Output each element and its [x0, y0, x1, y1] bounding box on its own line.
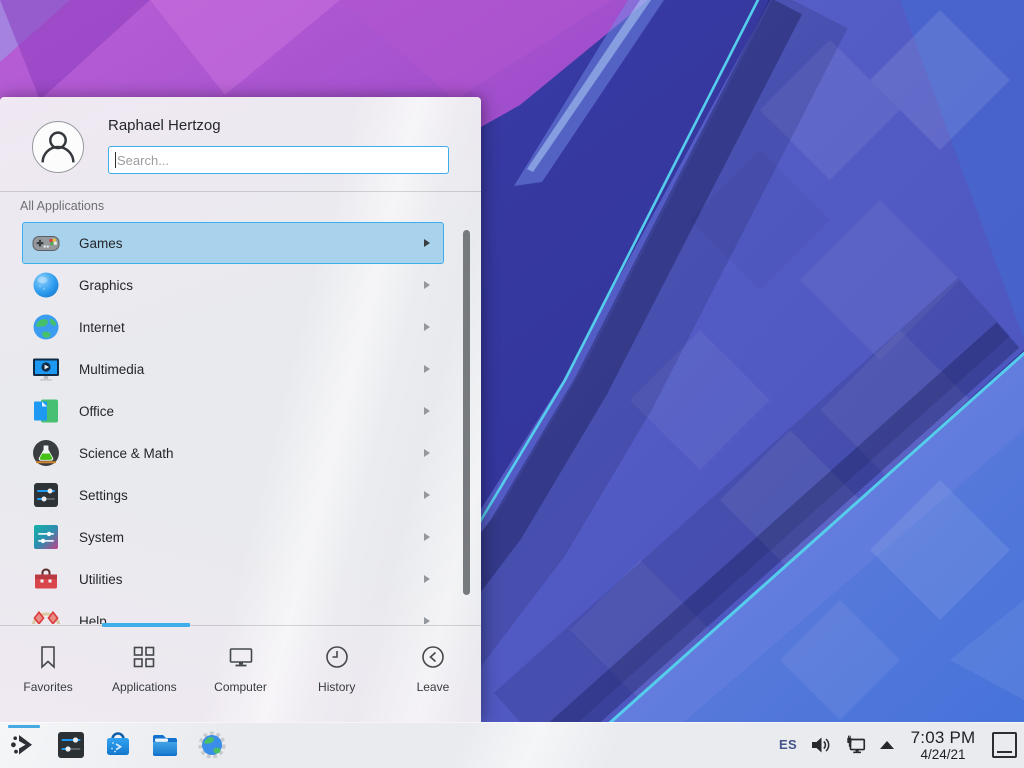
- monitor-icon: [227, 643, 255, 671]
- search-field[interactable]: [108, 146, 449, 174]
- system-tray: ES 7:03 PM 4/24/21: [779, 728, 1024, 762]
- tab-label: Favorites: [23, 680, 72, 694]
- leave-back-icon: [419, 643, 447, 671]
- launcher-active-indicator: [8, 725, 40, 728]
- tab-label: Computer: [214, 680, 267, 694]
- category-item-help[interactable]: Help: [22, 600, 444, 624]
- grid-icon: [130, 643, 158, 671]
- submenu-arrow-icon: [424, 323, 430, 331]
- category-label: Settings: [79, 488, 128, 503]
- web-browser-launcher[interactable]: [196, 729, 228, 761]
- bookmark-icon: [34, 643, 62, 671]
- network-icon[interactable]: [845, 734, 867, 756]
- category-label: Games: [79, 236, 123, 251]
- menu-tab-bar: Favorites Applications Computer: [0, 628, 481, 722]
- tab-history[interactable]: History: [289, 628, 385, 722]
- file-manager-launcher[interactable]: [149, 729, 181, 761]
- utilities-icon: [30, 563, 62, 595]
- taskbar-launchers: [0, 729, 228, 761]
- tab-label: History: [318, 680, 355, 694]
- footer-divider: [0, 625, 481, 626]
- submenu-arrow-icon: [424, 491, 430, 499]
- show-desktop-button[interactable]: [992, 732, 1017, 758]
- tab-leave[interactable]: Leave: [385, 628, 481, 722]
- tab-label: Leave: [417, 680, 450, 694]
- category-item-system[interactable]: System: [22, 516, 444, 558]
- category-label: Utilities: [79, 572, 123, 587]
- search-input[interactable]: [109, 147, 448, 173]
- tab-computer[interactable]: Computer: [192, 628, 288, 722]
- menu-header: Raphael Hertzog: [0, 97, 481, 192]
- category-item-settings[interactable]: Settings: [22, 474, 444, 516]
- help-icon: [30, 605, 62, 624]
- user-avatar[interactable]: [32, 121, 84, 173]
- submenu-arrow-icon: [424, 575, 430, 583]
- category-label: Science & Math: [79, 446, 174, 461]
- user-name: Raphael Hertzog: [108, 117, 221, 134]
- clock-date: 4/24/21: [907, 747, 979, 762]
- submenu-arrow-icon: [424, 239, 430, 247]
- expand-tray-arrow[interactable]: [880, 741, 894, 749]
- keyboard-layout-indicator[interactable]: ES: [779, 737, 797, 752]
- category-item-utilities[interactable]: Utilities: [22, 558, 444, 600]
- submenu-arrow-icon: [424, 533, 430, 541]
- category-item-office[interactable]: Office: [22, 390, 444, 432]
- digital-clock[interactable]: 7:03 PM 4/24/21: [907, 728, 979, 762]
- office-icon: [30, 395, 62, 427]
- category-item-internet[interactable]: Internet: [22, 306, 444, 348]
- graphics-icon: [30, 269, 62, 301]
- text-cursor: [115, 152, 116, 168]
- games-icon: [30, 227, 62, 259]
- category-label: Internet: [79, 320, 125, 335]
- category-item-graphics[interactable]: Graphics: [22, 264, 444, 306]
- category-label: Multimedia: [79, 362, 144, 377]
- taskbar-panel: ES 7:03 PM 4/24/21: [0, 722, 1024, 768]
- submenu-arrow-icon: [424, 407, 430, 415]
- tab-applications[interactable]: Applications: [96, 628, 192, 722]
- clock-icon: [323, 643, 351, 671]
- list-scrollbar[interactable]: [463, 230, 470, 595]
- category-label: Office: [79, 404, 114, 419]
- section-label: All Applications: [20, 199, 104, 213]
- tab-favorites[interactable]: Favorites: [0, 628, 96, 722]
- science-icon: [30, 437, 62, 469]
- category-item-games[interactable]: Games: [22, 222, 444, 264]
- application-category-list: Games Graphics: [22, 222, 444, 624]
- multimedia-icon: [30, 353, 62, 385]
- category-item-science-math[interactable]: Science & Math: [22, 432, 444, 474]
- clock-time: 7:03 PM: [907, 728, 979, 747]
- internet-icon: [30, 311, 62, 343]
- active-tab-indicator: [102, 623, 190, 627]
- application-launcher-button[interactable]: [8, 729, 40, 761]
- system-settings-launcher[interactable]: [55, 729, 87, 761]
- category-label: System: [79, 530, 124, 545]
- category-item-multimedia[interactable]: Multimedia: [22, 348, 444, 390]
- discover-launcher[interactable]: [102, 729, 134, 761]
- submenu-arrow-icon: [424, 449, 430, 457]
- submenu-arrow-icon: [424, 617, 430, 624]
- volume-icon[interactable]: [810, 734, 832, 756]
- application-launcher-menu: Raphael Hertzog All Applications: [0, 97, 481, 722]
- settings-icon: [30, 479, 62, 511]
- tab-label: Applications: [112, 680, 177, 694]
- submenu-arrow-icon: [424, 281, 430, 289]
- category-label: Graphics: [79, 278, 133, 293]
- system-icon: [30, 521, 62, 553]
- submenu-arrow-icon: [424, 365, 430, 373]
